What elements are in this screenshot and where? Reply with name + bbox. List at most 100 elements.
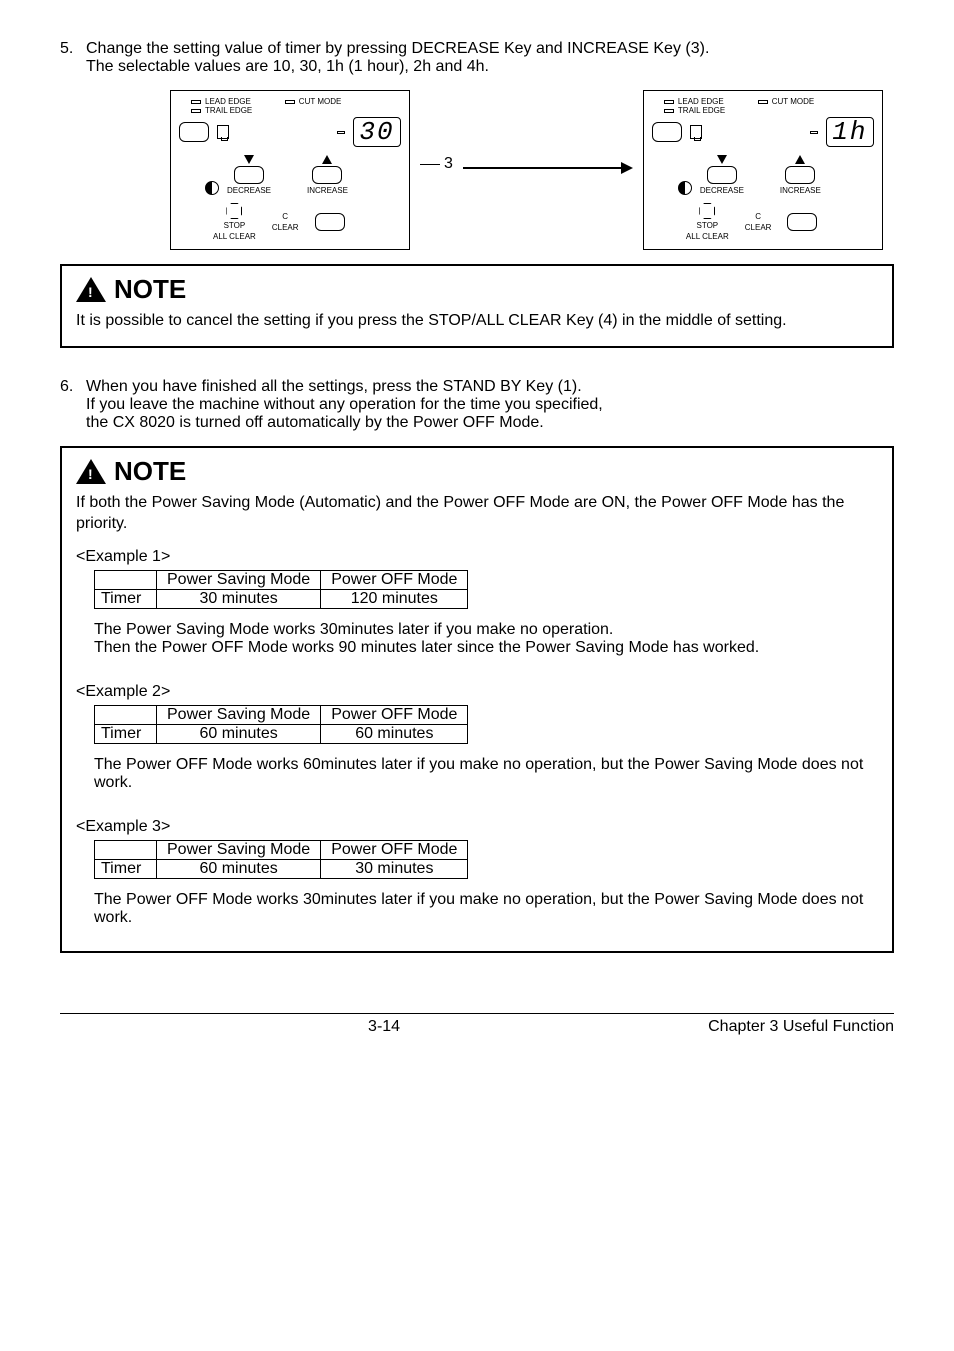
label-cut-mode: CUT MODE [772,97,815,106]
mini-led-icon [810,131,818,134]
example-3-explain: The Power OFF Mode works 30minutes later… [94,891,878,927]
page-number: 3-14 [60,1018,708,1036]
increase-button [785,166,815,184]
big-arrow-icon [463,160,633,181]
ref-3: 3 [420,155,453,185]
ref-line-icon [420,164,440,166]
row-timer: Timer [95,860,157,879]
note-2-intro: If both the Power Saving Mode (Automatic… [76,493,878,535]
col-psm: Power Saving Mode [157,841,321,860]
step-6-line2: If you leave the machine without any ope… [86,396,894,414]
note-box-2: NOTE If both the Power Saving Mode (Auto… [60,446,894,954]
step-6-number: 6. [60,378,86,432]
step-5-body: Change the setting value of timer by pre… [86,40,894,76]
contrast-icon [205,181,219,195]
example-2-explain: The Power OFF Mode works 60minutes later… [94,756,878,792]
ex1-exp1: The Power Saving Mode works 30minutes la… [94,621,878,639]
step-5-line1: Change the setting value of timer by pre… [86,40,894,58]
blank-button [179,122,209,142]
step-5-number: 5. [60,40,86,76]
col-psm: Power Saving Mode [157,571,321,590]
label-c: C [755,212,761,221]
col-pom: Power OFF Mode [321,841,468,860]
clear-button [315,213,345,231]
stop-icon [226,203,242,219]
note-1-body: It is possible to cancel the setting if … [76,311,878,332]
panels-row: LEAD EDGE CUT MODE TRAIL EDGE 30 DECREAS… [170,90,894,250]
led-icon [191,109,201,113]
stop-icon [699,203,715,219]
led-icon [664,100,674,104]
arrow-down-icon [717,155,727,164]
label-trail-edge: TRAIL EDGE [205,106,252,115]
example-1-explain: The Power Saving Mode works 30minutes la… [94,621,878,657]
label-stop: STOP [697,221,719,230]
led-icon [758,100,768,104]
label-c: C [282,212,288,221]
col-pom: Power OFF Mode [321,571,468,590]
col-pom: Power OFF Mode [321,706,468,725]
ex3-psm: 60 minutes [157,860,321,879]
step-6: 6. When you have finished all the settin… [60,378,894,432]
blank-button [652,122,682,142]
step-5: 5. Change the setting value of timer by … [60,40,894,76]
label-all-clear: ALL CLEAR [686,232,729,241]
page-footer: 3-14 Chapter 3 Useful Function [60,1013,894,1036]
note-2-title: NOTE [114,456,186,487]
label-decrease: DECREASE [700,186,744,195]
clear-button [787,213,817,231]
step-5-line2: The selectable values are 10, 30, 1h (1 … [86,58,894,76]
ref-3-label: 3 [444,155,453,173]
ex1-psm: 30 minutes [157,590,321,609]
port-icon [690,125,702,139]
seg-display-after: 1h [826,117,874,147]
ex2-psm: 60 minutes [157,725,321,744]
label-clear: CLEAR [745,223,772,232]
ex1-exp2: Then the Power OFF Mode works 90 minutes… [94,639,878,657]
ex3-pom: 30 minutes [321,860,468,879]
example-3-table: Power Saving ModePower OFF Mode Timer60 … [94,840,468,879]
chapter-label: Chapter 3 Useful Function [708,1018,894,1036]
mini-led-icon [337,131,345,134]
arrow-up-icon [795,155,805,164]
row-timer: Timer [95,590,157,609]
step-6-body: When you have finished all the settings,… [86,378,894,432]
led-icon [191,100,201,104]
led-icon [285,100,295,104]
led-icon [664,109,674,113]
label-trail-edge: TRAIL EDGE [678,106,725,115]
col-psm: Power Saving Mode [157,706,321,725]
example-3-label: <Example 3> [76,818,878,836]
label-clear: CLEAR [272,223,299,232]
label-lead-edge: LEAD EDGE [205,97,251,106]
arrow-up-icon [322,155,332,164]
warning-icon [76,459,106,484]
example-2-table: Power Saving ModePower OFF Mode Timer60 … [94,705,468,744]
port-icon [217,125,229,139]
note-box-1: NOTE It is possible to cancel the settin… [60,264,894,348]
label-all-clear: ALL CLEAR [213,232,256,241]
example-2-label: <Example 2> [76,683,878,701]
decrease-button [234,166,264,184]
panel-after: LEAD EDGE CUT MODE TRAIL EDGE 1h DECREAS… [643,90,883,250]
ex1-pom: 120 minutes [321,590,468,609]
example-1-label: <Example 1> [76,548,878,566]
note-1-title: NOTE [114,274,186,305]
label-stop: STOP [224,221,246,230]
arrow-down-icon [244,155,254,164]
label-increase: INCREASE [780,186,821,195]
label-lead-edge: LEAD EDGE [678,97,724,106]
seg-display-before: 30 [353,117,401,147]
label-cut-mode: CUT MODE [299,97,342,106]
ex2-pom: 60 minutes [321,725,468,744]
step-6-line3: the CX 8020 is turned off automatically … [86,414,894,432]
panel-before: LEAD EDGE CUT MODE TRAIL EDGE 30 DECREAS… [170,90,410,250]
increase-button [312,166,342,184]
label-increase: INCREASE [307,186,348,195]
example-1-table: Power Saving ModePower OFF Mode Timer30 … [94,570,468,609]
label-decrease: DECREASE [227,186,271,195]
warning-icon [76,277,106,302]
decrease-button [707,166,737,184]
step-6-line1: When you have finished all the settings,… [86,378,894,396]
row-timer: Timer [95,725,157,744]
